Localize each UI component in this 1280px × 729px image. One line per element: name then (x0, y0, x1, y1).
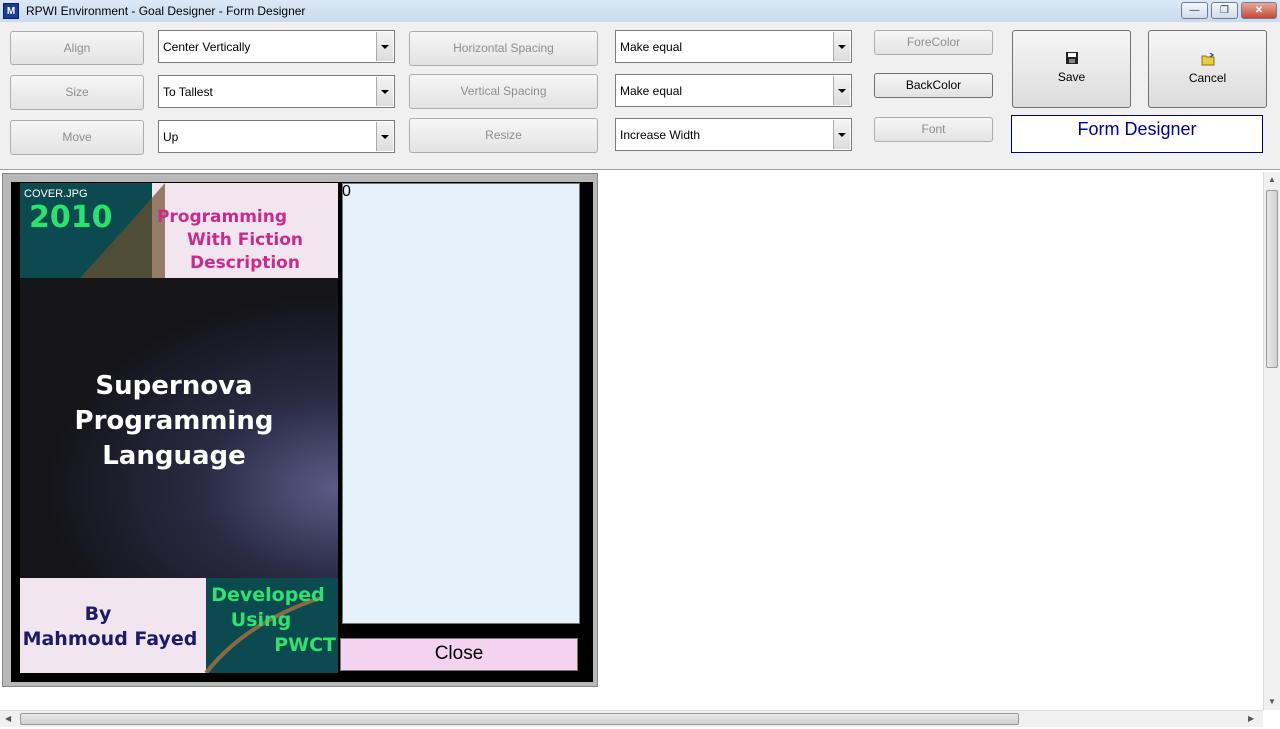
cover-subtitle-line3: Description (190, 253, 300, 273)
save-button[interactable]: Save (1012, 30, 1131, 108)
cover-image[interactable]: COVER.JPG 2010 Programming With Fiction … (20, 183, 338, 673)
cover-by-label: By (84, 603, 112, 625)
cover-dev-line3: PWCT (274, 634, 336, 656)
size-button[interactable]: Size (10, 75, 144, 110)
horizontal-scroll-thumb[interactable] (20, 713, 1019, 725)
save-label: Save (1057, 70, 1086, 84)
chevron-down-icon[interactable] (376, 32, 393, 61)
title-bar: M RPWI Environment - Goal Designer - For… (0, 0, 1280, 23)
floppy-disk-icon (1013, 51, 1130, 68)
form-close-button[interactable]: Close (340, 638, 578, 671)
vertical-spacing-button[interactable]: Vertical Spacing (409, 74, 598, 109)
resize-select[interactable]: Increase Width (615, 118, 852, 151)
align-button[interactable]: Align (10, 31, 144, 65)
resize-button[interactable]: Resize (409, 118, 598, 153)
size-select-value: To Tallest (163, 85, 213, 99)
scroll-right-icon[interactable]: ▶ (1248, 714, 1254, 723)
move-button[interactable]: Move (10, 120, 144, 155)
image-filename: COVER.JPG (24, 188, 88, 200)
scroll-left-icon[interactable]: ◀ (5, 714, 11, 723)
font-button[interactable]: Font (874, 117, 993, 142)
backcolor-button[interactable]: BackColor (874, 73, 993, 98)
design-canvas: COVER.JPG 2010 Programming With Fiction … (0, 170, 1280, 710)
horizontal-scrollbar[interactable]: ◀ ▶ (0, 710, 1263, 727)
restore-button[interactable]: ❐ (1211, 2, 1238, 19)
cover-title-line3: Language (102, 441, 246, 471)
hspacing-select-value: Make equal (620, 40, 683, 54)
vspacing-select-value: Make equal (620, 84, 683, 98)
chevron-down-icon[interactable] (376, 122, 393, 151)
cover-subtitle-line1: Programming (156, 207, 288, 227)
resize-select-value: Increase Width (620, 128, 701, 142)
minimize-button[interactable]: — (1181, 2, 1208, 19)
cover-author: Mahmoud Fayed (22, 628, 198, 650)
app-icon: M (3, 3, 19, 19)
scroll-up-icon[interactable]: ▲ (1268, 175, 1276, 184)
cover-year: 2010 (29, 200, 113, 235)
cover-dev-line1: Developed (211, 584, 325, 606)
window-title: RPWI Environment - Goal Designer - Form … (26, 4, 306, 18)
vertical-scrollbar[interactable]: ▲ ▼ (1263, 172, 1280, 710)
vspacing-select[interactable]: Make equal (615, 74, 852, 107)
cover-dev-line2: Using (230, 609, 292, 631)
vertical-scroll-thumb[interactable] (1266, 190, 1278, 368)
hspacing-select[interactable]: Make equal (615, 30, 852, 63)
forecolor-button[interactable]: ForeColor (874, 30, 993, 55)
cancel-button[interactable]: Cancel (1148, 30, 1267, 108)
chevron-down-icon[interactable] (376, 77, 393, 106)
move-select-value: Up (163, 130, 179, 144)
align-select[interactable]: Center Vertically (158, 30, 395, 63)
form-name-display: Form Designer (1011, 115, 1263, 153)
cover-subtitle-line2: With Fiction (187, 230, 303, 250)
size-select[interactable]: To Tallest (158, 75, 395, 108)
chevron-down-icon[interactable] (833, 32, 850, 61)
align-select-value: Center Vertically (163, 40, 251, 54)
horizontal-spacing-button[interactable]: Horizontal Spacing (409, 31, 598, 66)
move-select[interactable]: Up (158, 120, 395, 153)
cover-title-line1: Supernova (95, 371, 253, 401)
cover-title-line2: Programming (74, 406, 274, 436)
scroll-down-icon[interactable]: ▼ (1268, 697, 1276, 706)
cancel-label: Cancel (1188, 71, 1227, 85)
memo-textbox[interactable] (342, 183, 580, 624)
close-window-button[interactable]: ✕ (1241, 2, 1277, 19)
chevron-down-icon[interactable] (833, 76, 850, 105)
chevron-down-icon[interactable] (833, 120, 850, 149)
memo-value: 0 (342, 183, 351, 200)
folder-icon (1149, 52, 1266, 69)
